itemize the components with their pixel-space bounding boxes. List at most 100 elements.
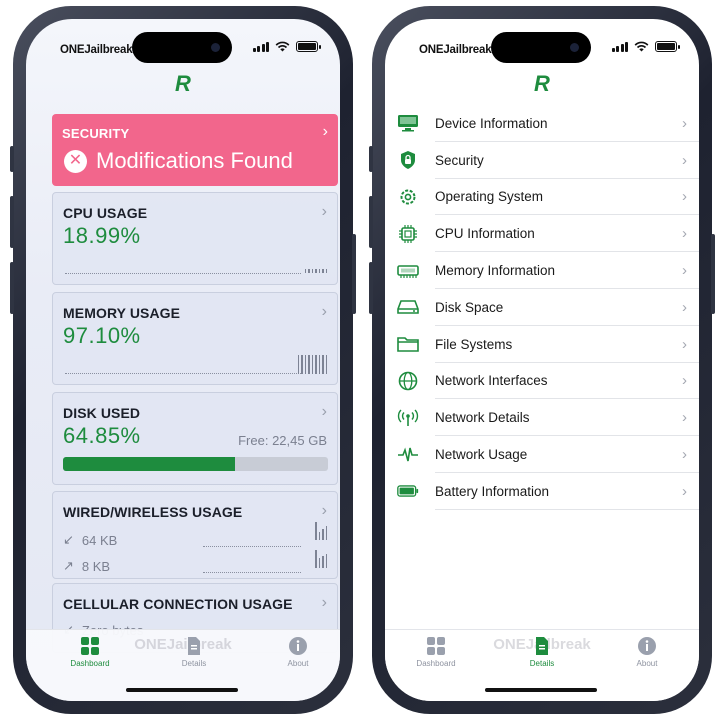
tab-dashboard[interactable]: Dashboard <box>396 636 476 668</box>
details-item-label: CPU Information <box>435 226 535 242</box>
chevron-right-icon: › <box>682 335 687 353</box>
tab-about-label: About <box>287 659 309 668</box>
details-item-security[interactable]: Security › <box>385 142 699 179</box>
details-item-label: File Systems <box>435 336 513 352</box>
memory-graph-bars <box>297 355 327 374</box>
details-item-label: Network Usage <box>435 447 528 463</box>
details-item-memory-information[interactable]: Memory Information › <box>385 252 699 289</box>
details-item-label: Device Information <box>435 115 548 131</box>
tab-bar: ONEJailbreak Dashboard Details About <box>385 629 699 701</box>
chevron-right-icon: › <box>321 303 327 320</box>
status-icons <box>252 41 321 52</box>
dashboard-grid-icon <box>427 637 445 655</box>
chevron-right-icon: › <box>682 151 687 169</box>
details-item-label: Memory Information <box>435 263 556 279</box>
details-item-battery-information[interactable]: Battery Information › <box>385 473 699 510</box>
gear-icon <box>397 187 419 207</box>
chevron-right-icon: › <box>682 482 687 500</box>
home-indicator <box>126 688 238 692</box>
chevron-right-icon: › <box>321 502 327 519</box>
chevron-right-icon: › <box>682 298 687 316</box>
x-circle-icon: ✕ <box>64 150 87 173</box>
tab-bar: ONEJailbreak Dashboard Details About <box>26 629 340 701</box>
details-item-label: Security <box>435 152 484 168</box>
chevron-right-icon: › <box>682 372 687 390</box>
security-title: SECURITY <box>62 126 130 141</box>
folder-icon <box>397 334 419 354</box>
network-download-value: 64 KB <box>81 532 118 548</box>
details-item-disk-space[interactable]: Disk Space › <box>385 289 699 326</box>
disk-used-value: 64.85% <box>63 423 141 448</box>
status-icons <box>611 41 680 52</box>
tab-details[interactable]: Details <box>502 636 582 668</box>
phone-details: ONEJailbreak R Device Information › Secu… <box>369 6 715 714</box>
network-upload-value: 8 KB <box>81 558 111 574</box>
battery-status-icon <box>296 41 321 52</box>
network-usage-card[interactable]: WIRED/WIRELESS USAGE › ↙ 64 KB ↗ 8 KB <box>52 491 338 579</box>
network-upload-graph <box>203 572 301 573</box>
tab-details[interactable]: Details <box>154 636 234 668</box>
app-logo: R <box>534 71 550 96</box>
dynamic-island <box>132 32 232 63</box>
details-item-network-details[interactable]: Network Details › <box>385 399 699 437</box>
app-logo: R <box>175 71 191 96</box>
details-item-cpu-information[interactable]: CPU Information › <box>385 215 699 253</box>
lock-shield-icon <box>397 150 419 170</box>
details-screen: ONEJailbreak R Device Information › Secu… <box>385 19 699 701</box>
signal-icon <box>611 41 628 52</box>
tab-about[interactable]: About <box>607 636 687 668</box>
disk-used-card[interactable]: DISK USED › 64.85% Free: 22,45 GB <box>52 392 338 485</box>
disk-free-label: Free: 22,45 GB <box>238 433 327 448</box>
battery-icon <box>397 481 419 501</box>
tab-dashboard[interactable]: Dashboard <box>50 636 130 668</box>
memory-icon <box>397 261 419 281</box>
wifi-icon <box>275 41 290 52</box>
memory-usage-value: 97.10% <box>63 323 141 348</box>
info-circle-icon <box>638 637 656 655</box>
cpu-usage-value: 18.99% <box>63 223 141 248</box>
cpu-usage-card[interactable]: CPU USAGE › 18.99% <box>52 192 338 285</box>
disk-usage-progress-fill <box>63 457 235 471</box>
globe-icon <box>397 371 419 391</box>
document-icon <box>188 637 200 655</box>
chevron-right-icon: › <box>321 594 327 611</box>
network-download-row: ↙ 64 KB <box>63 532 117 548</box>
tab-details-label: Details <box>181 659 207 668</box>
carrier-label: ONEJailbreak <box>419 44 492 56</box>
dashboard-grid-icon <box>81 637 99 655</box>
chevron-right-icon: › <box>682 114 687 132</box>
wifi-icon <box>634 41 649 52</box>
cpu-usage-title: CPU USAGE <box>63 205 148 221</box>
memory-graph-baseline <box>65 373 301 374</box>
chevron-right-icon: › <box>321 403 327 420</box>
details-item-device-information[interactable]: Device Information › <box>385 105 699 142</box>
network-download-graph <box>203 546 301 547</box>
security-message: Modifications Found <box>96 148 293 173</box>
network-usage-title: WIRED/WIRELESS USAGE <box>63 504 243 520</box>
memory-usage-title: MEMORY USAGE <box>63 305 181 321</box>
signal-icon <box>252 41 269 52</box>
info-circle-icon <box>289 637 307 655</box>
tab-about[interactable]: About <box>258 636 338 668</box>
details-item-operating-system[interactable]: Operating System › <box>385 179 699 216</box>
details-item-file-systems[interactable]: File Systems › <box>385 326 699 363</box>
cellular-usage-title: CELLULAR CONNECTION USAGE <box>63 596 293 612</box>
monitor-icon <box>397 113 419 133</box>
cpu-graph-baseline <box>65 273 301 274</box>
details-item-label: Battery Information <box>435 483 550 499</box>
carrier-label: ONEJailbreak <box>60 44 133 56</box>
details-item-network-usage[interactable]: Network Usage › <box>385 436 699 473</box>
disk-used-title: DISK USED <box>63 405 141 421</box>
security-card[interactable]: SECURITY › ✕ Modifications Found <box>52 114 338 186</box>
memory-usage-card[interactable]: MEMORY USAGE › 97.10% <box>52 292 338 385</box>
details-item-network-interfaces[interactable]: Network Interfaces › <box>385 363 699 400</box>
chevron-right-icon: › <box>682 262 687 280</box>
disk-usage-progress <box>63 457 328 471</box>
battery-status-icon <box>655 41 680 52</box>
waveform-icon <box>397 445 419 465</box>
details-item-label: Network Details <box>435 410 530 426</box>
chevron-right-icon: › <box>682 446 687 464</box>
arrow-down-left-icon: ↙ <box>63 532 74 547</box>
network-upload-row: ↗ 8 KB <box>63 558 110 574</box>
details-item-label: Disk Space <box>435 299 504 315</box>
